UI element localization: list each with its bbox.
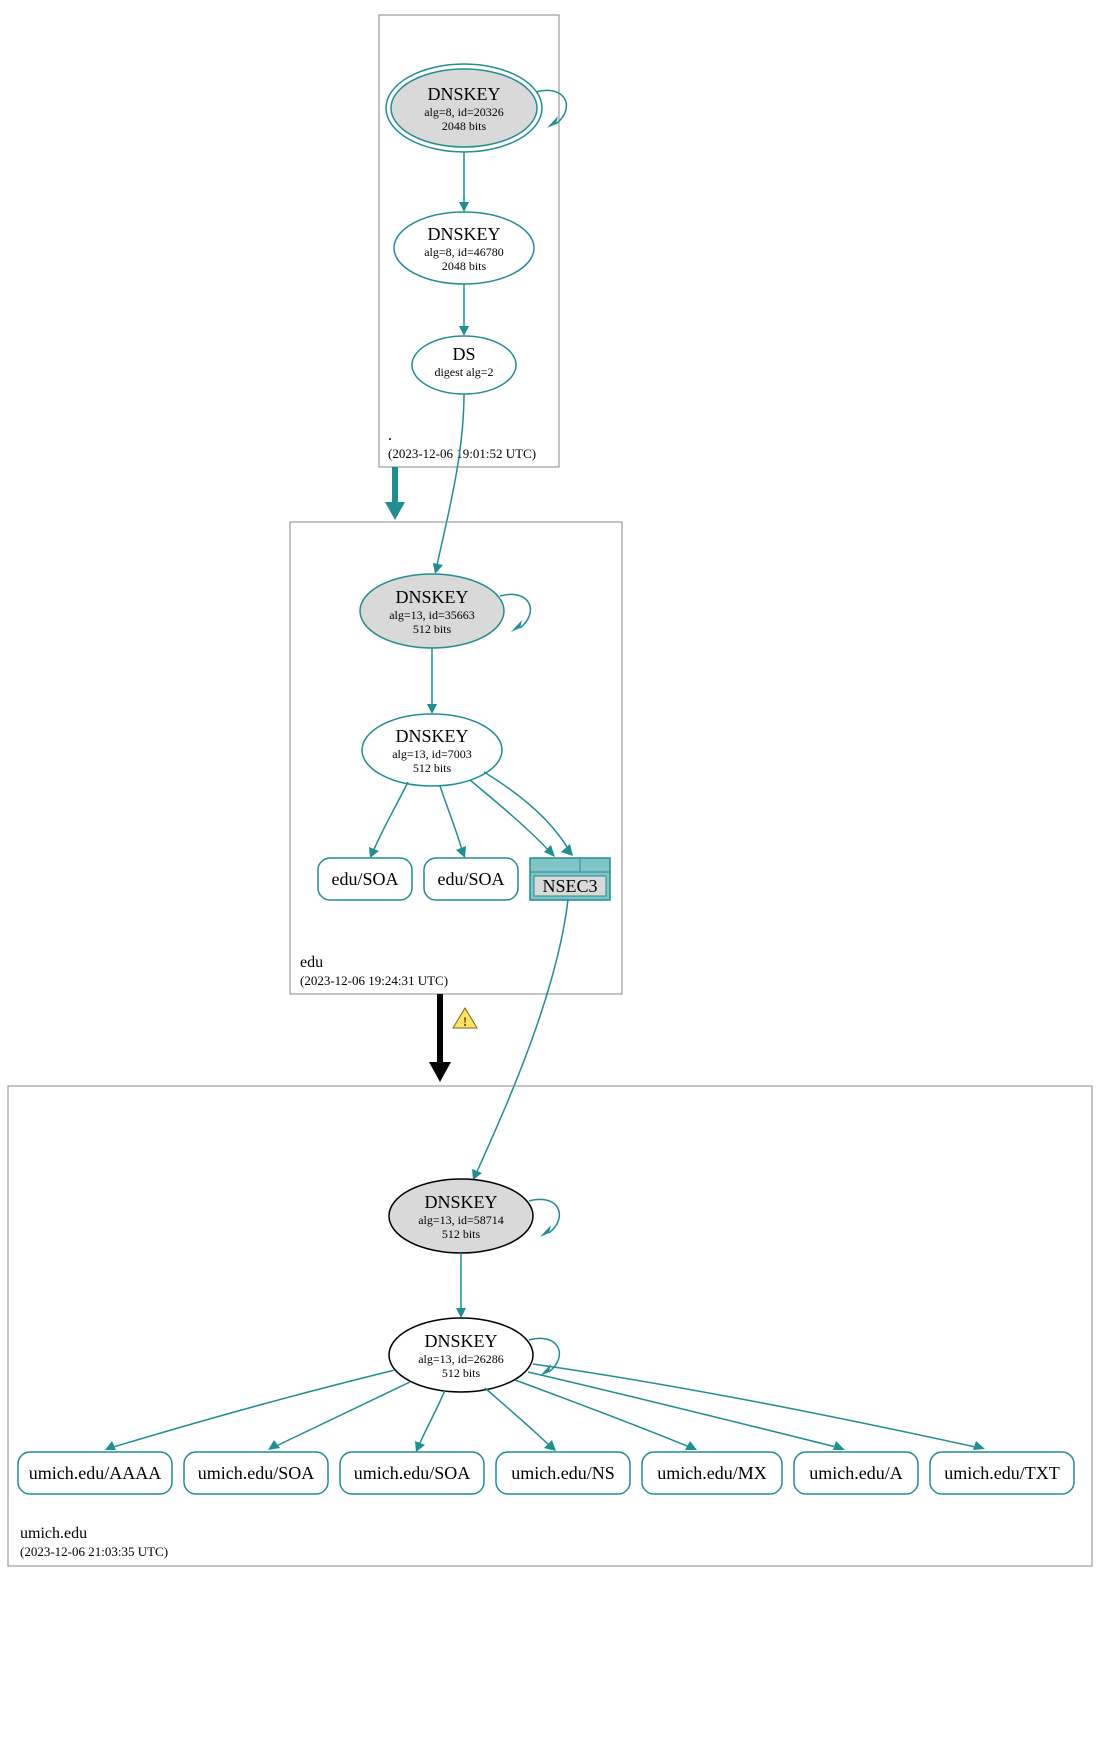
svg-text:DNSKEY: DNSKEY <box>424 1192 497 1212</box>
svg-text:alg=13, id=7003: alg=13, id=7003 <box>392 747 472 761</box>
svg-text:DNSKEY: DNSKEY <box>427 84 500 104</box>
edu-soa-1: edu/SOA <box>318 858 412 900</box>
svg-text:alg=8, id=20326: alg=8, id=20326 <box>424 105 504 119</box>
svg-text:umich.edu/SOA: umich.edu/SOA <box>354 1463 471 1483</box>
svg-text:umich.edu/SOA: umich.edu/SOA <box>198 1463 315 1483</box>
zone-edu-name: edu <box>300 954 323 971</box>
root-ksk-node: DNSKEY alg=8, id=20326 2048 bits <box>386 64 542 152</box>
zone-edu-ts: (2023-12-06 19:24:31 UTC) <box>300 973 448 988</box>
svg-text:NSEC3: NSEC3 <box>542 876 597 896</box>
svg-text:digest alg=2: digest alg=2 <box>434 365 493 379</box>
edu-nsec3: NSEC3 <box>530 858 610 900</box>
svg-text:DNSKEY: DNSKEY <box>427 224 500 244</box>
svg-text:umich.edu/MX: umich.edu/MX <box>657 1463 767 1483</box>
root-zsk-node: DNSKEY alg=8, id=46780 2048 bits <box>394 212 534 284</box>
svg-text:alg=13, id=35663: alg=13, id=35663 <box>389 608 475 622</box>
zone-root: . (2023-12-06 19:01:52 UTC) DNSKEY alg=8… <box>379 15 566 467</box>
umich-aaaa: umich.edu/AAAA <box>18 1452 172 1494</box>
svg-text:edu/SOA: edu/SOA <box>438 869 505 889</box>
warning-icon: ! <box>453 1008 477 1029</box>
svg-text:512 bits: 512 bits <box>413 761 452 775</box>
svg-text:512 bits: 512 bits <box>413 622 452 636</box>
umich-soa-1: umich.edu/SOA <box>184 1452 328 1494</box>
zone-edu: edu (2023-12-06 19:24:31 UTC) DNSKEY alg… <box>290 522 622 994</box>
root-ds-node: DS digest alg=2 <box>412 336 516 394</box>
svg-text:umich.edu/TXT: umich.edu/TXT <box>944 1463 1059 1483</box>
svg-text:2048 bits: 2048 bits <box>442 119 487 133</box>
umich-mx: umich.edu/MX <box>642 1452 782 1494</box>
zone-root-name: . <box>388 427 392 444</box>
svg-text:2048 bits: 2048 bits <box>442 259 487 273</box>
svg-text:512 bits: 512 bits <box>442 1227 481 1241</box>
svg-text:alg=8, id=46780: alg=8, id=46780 <box>424 245 504 259</box>
svg-text:umich.edu/NS: umich.edu/NS <box>511 1463 615 1483</box>
svg-text:alg=13, id=58714: alg=13, id=58714 <box>418 1213 504 1227</box>
umich-ksk-node: DNSKEY alg=13, id=58714 512 bits <box>389 1179 533 1253</box>
edu-soa-2: edu/SOA <box>424 858 518 900</box>
svg-text:DNSKEY: DNSKEY <box>395 587 468 607</box>
umich-txt: umich.edu/TXT <box>930 1452 1074 1494</box>
svg-text:512 bits: 512 bits <box>442 1366 481 1380</box>
svg-text:DNSKEY: DNSKEY <box>395 726 468 746</box>
zone-root-ts: (2023-12-06 19:01:52 UTC) <box>388 446 536 461</box>
zone-umich-name: umich.edu <box>20 1525 87 1542</box>
edu-ksk-node: DNSKEY alg=13, id=35663 512 bits <box>360 574 504 648</box>
umich-a: umich.edu/A <box>794 1452 918 1494</box>
zone-umich-ts: (2023-12-06 21:03:35 UTC) <box>20 1544 168 1559</box>
svg-text:alg=13, id=26286: alg=13, id=26286 <box>418 1352 504 1366</box>
svg-text:!: ! <box>463 1014 467 1029</box>
svg-text:umich.edu/AAAA: umich.edu/AAAA <box>29 1463 161 1483</box>
svg-text:DS: DS <box>452 344 475 364</box>
zone-umich: umich.edu (2023-12-06 21:03:35 UTC) DNSK… <box>8 1086 1092 1566</box>
dnssec-graph: . (2023-12-06 19:01:52 UTC) DNSKEY alg=8… <box>0 0 1101 1749</box>
umich-soa-2: umich.edu/SOA <box>340 1452 484 1494</box>
svg-text:edu/SOA: edu/SOA <box>332 869 399 889</box>
umich-zsk-node: DNSKEY alg=13, id=26286 512 bits <box>389 1318 533 1392</box>
edu-zsk-node: DNSKEY alg=13, id=7003 512 bits <box>362 714 502 786</box>
umich-ns: umich.edu/NS <box>496 1452 630 1494</box>
svg-text:umich.edu/A: umich.edu/A <box>809 1463 902 1483</box>
svg-text:DNSKEY: DNSKEY <box>424 1331 497 1351</box>
